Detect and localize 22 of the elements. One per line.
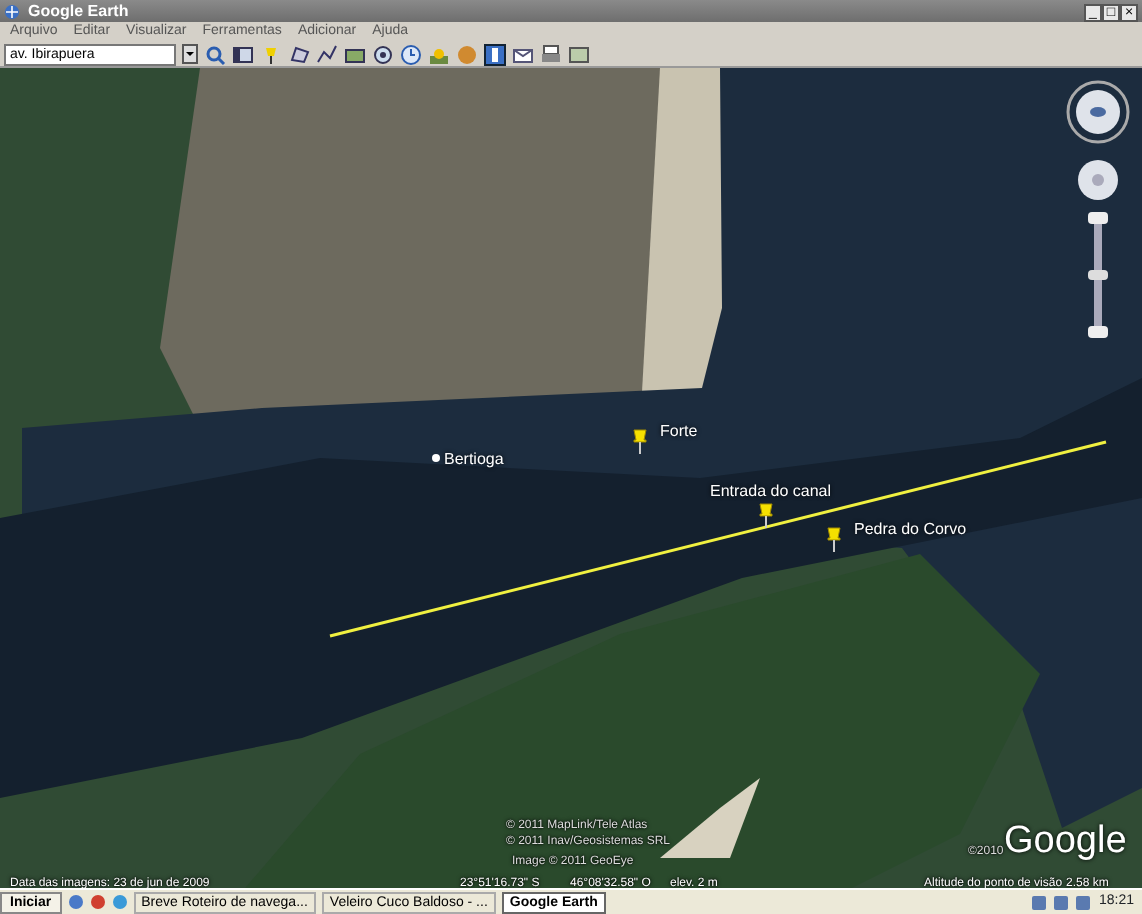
print-icon[interactable]	[540, 43, 562, 65]
pushpin-icon[interactable]	[824, 526, 844, 552]
clock-icon[interactable]	[400, 43, 422, 65]
town-marker-icon	[432, 454, 440, 462]
placemark-label: Pedra do Corvo	[854, 518, 967, 542]
email-icon[interactable]	[512, 43, 534, 65]
pushpin-icon[interactable]	[756, 502, 776, 528]
window-title: Google Earth	[28, 0, 129, 22]
sidebar-icon[interactable]	[232, 43, 254, 65]
app-logo-icon	[4, 3, 20, 19]
google-logo: Google	[1004, 818, 1127, 866]
placemark-label: Entrada do canal	[710, 480, 831, 504]
path-icon[interactable]	[316, 43, 338, 65]
placemark-label: Forte	[660, 420, 698, 444]
dropdown-icon[interactable]	[182, 44, 198, 64]
overlay-icon[interactable]	[344, 43, 366, 65]
tour-icon[interactable]	[372, 43, 394, 65]
placemark-icon[interactable]	[260, 43, 282, 65]
pushpin-icon[interactable]	[630, 428, 650, 454]
placemark-label: Bertioga	[444, 448, 504, 472]
search-icon[interactable]	[204, 43, 226, 65]
sunlight-icon[interactable]	[428, 43, 450, 65]
